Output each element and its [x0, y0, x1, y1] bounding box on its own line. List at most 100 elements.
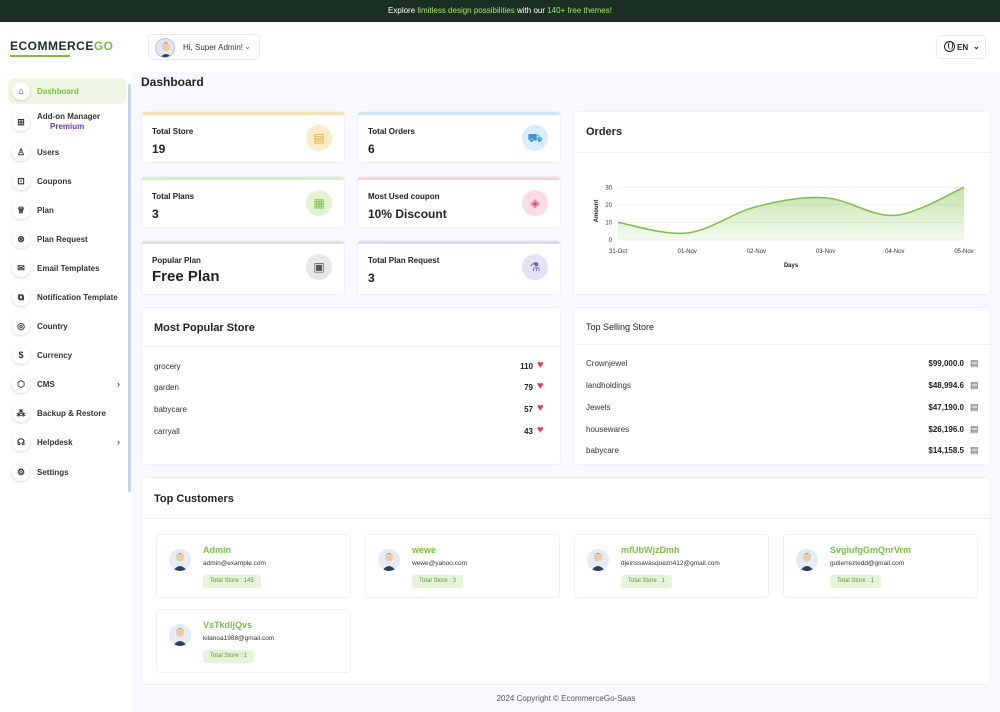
- sidebar-item-plan-request[interactable]: ⊗ Plan Request: [8, 226, 126, 252]
- stat-label: Total Store: [152, 127, 194, 136]
- request-icon: ⚗: [522, 254, 548, 280]
- sidebar-item-label: Notification Template: [37, 293, 118, 302]
- user-menu-button[interactable]: Hi, Super Admin! ⌄: [148, 34, 260, 60]
- store-icon[interactable]: ▤: [970, 445, 979, 456]
- gift-icon: ⊡: [12, 172, 30, 190]
- stat-value: 6: [368, 142, 375, 156]
- store-name: carryall: [154, 427, 180, 436]
- y-tick-label: 10: [605, 220, 612, 226]
- stat-label: Total Orders: [368, 127, 415, 136]
- sidebar-item-label: Helpdesk: [37, 438, 73, 447]
- sidebar-item-helpdesk[interactable]: ☊ Helpdesk ›: [8, 429, 126, 455]
- language-selector[interactable]: EN ⌄: [936, 35, 986, 59]
- sidebar-item-users[interactable]: ♙ Users: [8, 139, 126, 165]
- coupon-icon: ◈: [522, 190, 548, 216]
- divider: [142, 346, 562, 347]
- sidebar-item-cms[interactable]: ⬡ CMS ›: [8, 371, 126, 397]
- store-icon[interactable]: ▤: [970, 358, 979, 369]
- store-count-badge: Total Store : 3: [412, 575, 464, 588]
- logo-text: ECOMMERCE: [10, 39, 94, 53]
- sidebar-item-settings[interactable]: ⚙ Settings: [8, 459, 126, 485]
- sidebar-scrollbar[interactable]: [128, 84, 131, 492]
- sidebar-item-country[interactable]: ◎ Country: [8, 313, 126, 339]
- globe-icon: ◎: [12, 317, 30, 335]
- circle-x-icon: ⊗: [12, 230, 30, 248]
- stat-value: 19: [152, 142, 166, 156]
- card-accent: [142, 177, 344, 180]
- card-accent: [142, 112, 344, 115]
- customer-card[interactable]: Admin admin@example.com Total Store : 14…: [156, 534, 351, 598]
- customer-card[interactable]: SvgiufgGmQnrVrm gutierreztedd@gmail.com …: [783, 534, 978, 598]
- orders-chart-card: Orders 0 10 20 30 31-Oct 01-Nov 02-Nov 03-Nov 04…: [573, 111, 992, 295]
- chevron-down-icon: ⌄: [973, 42, 980, 51]
- store-name: landholdings: [586, 381, 631, 390]
- y-tick-label: 0: [609, 238, 613, 244]
- stat-card-total-plan-request: Total Plan Request 3 ⚗: [357, 240, 561, 295]
- announcement-themes-link[interactable]: 140+ free themes!: [547, 6, 612, 15]
- header: ECOMMERCEGO Hi, Super Admin! ⌄ EN ⌄: [0, 22, 1000, 72]
- sidebar-item-currency[interactable]: $ Currency: [8, 342, 126, 368]
- customer-name: wewe: [412, 545, 437, 555]
- user-greeting: Hi, Super Admin!: [183, 43, 244, 52]
- chevron-right-icon: ›: [117, 437, 120, 447]
- card-title: Most Popular Store: [154, 322, 255, 334]
- avatar: [169, 624, 191, 646]
- sidebar-item-label: Plan: [37, 206, 54, 215]
- sidebar-item-dashboard[interactable]: ⌂ Dashboard: [8, 78, 126, 104]
- customer-card[interactable]: VsTkdljQvs kilanoa1988@gmail.com Total S…: [156, 609, 351, 673]
- sidebar-item-label: Backup & Restore: [37, 409, 106, 418]
- sidebar-item-plan[interactable]: ♕ Plan: [8, 197, 126, 223]
- y-axis-label: Amount: [594, 200, 600, 223]
- chevron-right-icon: ›: [117, 379, 120, 389]
- sidebar: ⌂ Dashboard ⊞ Add-on Manager Premium ♙ Users…: [0, 72, 132, 712]
- stat-card-total-store: Total Store 19 ▤: [141, 111, 345, 163]
- sidebar-item-coupons[interactable]: ⊡ Coupons: [8, 168, 126, 194]
- stat-card-most-used-coupon: Most Used coupon 10% Discount ◈: [357, 176, 561, 228]
- sidebar-item-notification-template[interactable]: ⧉ Notification Template: [8, 284, 126, 310]
- sidebar-item-backup-restore[interactable]: ⁂ Backup & Restore: [8, 400, 126, 426]
- premium-badge: Premium: [50, 122, 85, 131]
- store-name: Jewels: [586, 403, 611, 412]
- home-icon: ⌂: [12, 82, 30, 100]
- store-icon[interactable]: ▤: [970, 380, 979, 391]
- y-tick-label: 20: [605, 203, 612, 209]
- stat-card-total-plans: Total Plans 3 ▦: [141, 176, 345, 228]
- sidebar-item-email-templates[interactable]: ✉ Email Templates: [8, 255, 126, 281]
- sidebar-item-label: Plan Request: [37, 235, 88, 244]
- sidebar-item-label: Coupons: [37, 177, 72, 186]
- divider: [574, 344, 992, 345]
- x-tick-label: 03-Nov: [816, 249, 835, 255]
- logo[interactable]: ECOMMERCEGO: [10, 39, 114, 57]
- x-tick-label: 04-Nov: [885, 249, 904, 255]
- store-count: 43: [524, 427, 533, 436]
- store-icon[interactable]: ▤: [970, 402, 979, 413]
- card-accent: [358, 112, 560, 115]
- stat-card-popular-plan: Popular Plan Free Plan ▣: [141, 240, 345, 295]
- announcement-link[interactable]: limitless design possibilities: [417, 6, 514, 15]
- sidebar-item-addon-manager[interactable]: ⊞ Add-on Manager Premium: [8, 109, 126, 135]
- sidebar-item-label: Add-on Manager: [37, 112, 101, 121]
- x-tick-label: 05-Nov: [954, 249, 973, 255]
- store-icon[interactable]: ▤: [970, 424, 979, 435]
- logo-underline: [10, 55, 70, 57]
- heart-icon: ♥: [537, 424, 544, 436]
- trophy-icon: ♕: [12, 201, 30, 219]
- customer-name: SvgiufgGmQnrVrm: [830, 545, 912, 555]
- customer-card[interactable]: wewe wewe@yahoo.com Total Store : 3: [365, 534, 560, 598]
- stat-value: 10% Discount: [368, 207, 447, 221]
- store-amount: $48,994.6: [928, 381, 964, 390]
- customer-email: djeinssavasquezn412@gmail.com: [621, 560, 720, 567]
- sidebar-item-label: Currency: [37, 351, 73, 360]
- customer-email: admin@example.com: [203, 560, 266, 567]
- mail-icon: ✉: [12, 259, 30, 277]
- card-accent: [358, 241, 560, 244]
- customer-card[interactable]: mfUbWjzDmh djeinssavasquezn412@gmail.com…: [574, 534, 769, 598]
- customer-name: Admin: [203, 545, 231, 555]
- page-title: Dashboard: [141, 75, 204, 89]
- store-name: garden: [154, 383, 179, 392]
- x-axis-label: Days: [784, 263, 799, 269]
- cart-icon: ⛟: [522, 125, 548, 151]
- customer-email: wewe@yahoo.com: [412, 560, 468, 567]
- sidebar-item-label: Email Templates: [37, 264, 100, 273]
- headset-icon: ☊: [12, 433, 30, 451]
